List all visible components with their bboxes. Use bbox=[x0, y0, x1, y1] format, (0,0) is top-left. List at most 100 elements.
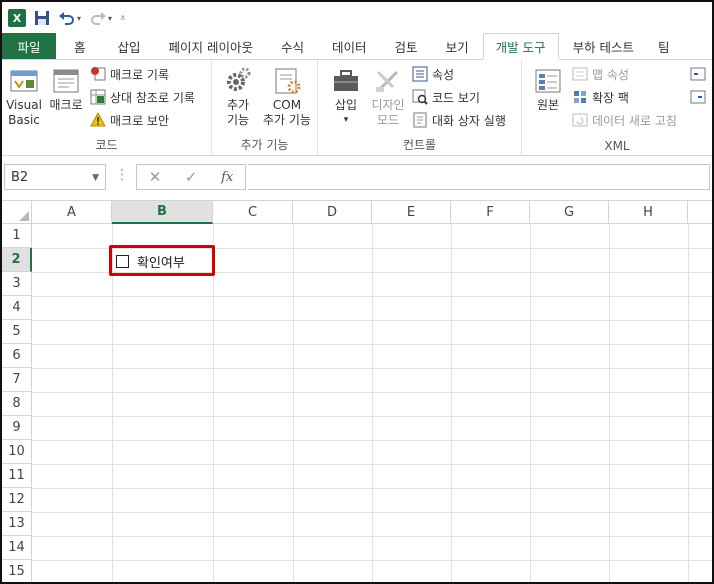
column-header-g[interactable]: G bbox=[530, 201, 609, 224]
relative-reference-label: 상대 참조로 기록 bbox=[110, 90, 195, 105]
ribbon-tabs: 파일 홈 삽입 페이지 레이아웃 수식 데이터 검토 보기 개발 도구 부하 테… bbox=[2, 33, 712, 60]
properties-button[interactable]: 속성 bbox=[412, 64, 454, 84]
undo-dropdown-icon[interactable]: ▾ bbox=[77, 14, 81, 23]
visual-basic-icon bbox=[8, 66, 40, 96]
formula-bar-splitter-icon[interactable]: ⋮ bbox=[115, 167, 129, 183]
gridline bbox=[32, 440, 712, 441]
column-header-b[interactable]: B bbox=[112, 201, 213, 224]
gridline bbox=[213, 224, 214, 582]
group-addins-label: 추가 기능 bbox=[240, 138, 289, 152]
insert-dropdown-icon: ▾ bbox=[343, 115, 349, 125]
xml-source-icon bbox=[532, 66, 564, 96]
run-dialog-button[interactable]: 대화 상자 실행 bbox=[412, 110, 506, 130]
row-header-2[interactable]: 2 bbox=[2, 248, 32, 272]
gridline bbox=[112, 224, 113, 582]
redo-dropdown-icon[interactable]: ▾ bbox=[108, 14, 112, 23]
properties-label: 속성 bbox=[432, 67, 455, 82]
customize-qat-icon[interactable]: ⩡ bbox=[120, 8, 126, 28]
insert-control-button[interactable]: 삽입 ▾ bbox=[326, 66, 366, 128]
tab-file[interactable]: 파일 bbox=[2, 33, 56, 59]
redo-icon[interactable]: ▾ bbox=[89, 8, 112, 28]
undo-icon[interactable]: ▾ bbox=[58, 8, 81, 28]
tab-team[interactable]: 팀 bbox=[648, 33, 680, 59]
tab-view[interactable]: 보기 bbox=[432, 33, 483, 59]
row-header-5[interactable]: 5 bbox=[2, 320, 32, 344]
record-macro-button[interactable]: 매크로 기록 bbox=[90, 64, 169, 84]
addins-button[interactable]: 추가 기능 bbox=[220, 66, 256, 128]
gear-icon bbox=[222, 66, 254, 96]
tab-home[interactable]: 홈 bbox=[56, 33, 104, 59]
row-header-11[interactable]: 11 bbox=[2, 464, 32, 488]
row-header-10[interactable]: 10 bbox=[2, 440, 32, 464]
xml-source-button[interactable]: 원본 bbox=[528, 66, 568, 113]
excel-logo-icon: X bbox=[8, 9, 26, 27]
tab-insert[interactable]: 삽입 bbox=[104, 33, 155, 59]
row-header-9[interactable]: 9 bbox=[2, 416, 32, 440]
cancel-icon[interactable]: ✕ bbox=[149, 168, 162, 186]
column-header-d[interactable]: D bbox=[293, 201, 372, 224]
group-xml-label: XML bbox=[604, 139, 630, 153]
select-all-button[interactable] bbox=[2, 201, 32, 224]
gridline bbox=[32, 392, 712, 393]
addins-label-1: 추가 bbox=[226, 98, 250, 112]
xml-export-icon[interactable] bbox=[690, 87, 706, 107]
visual-basic-label-1: Visual bbox=[6, 98, 42, 112]
com-addins-button[interactable]: COM 추가 기능 bbox=[258, 66, 316, 128]
row-header-14[interactable]: 14 bbox=[2, 536, 32, 560]
column-header-h[interactable]: H bbox=[609, 201, 688, 224]
macro-icon bbox=[50, 66, 82, 96]
expansion-packs-button[interactable]: 확장 팩 bbox=[572, 87, 629, 107]
design-mode-label-1: 디자인 bbox=[371, 98, 405, 112]
map-properties-label: 맵 속성 bbox=[592, 67, 629, 82]
row-header-1[interactable]: 1 bbox=[2, 224, 32, 248]
tab-page-layout[interactable]: 페이지 레이아웃 bbox=[155, 33, 267, 59]
enter-icon[interactable]: ✓ bbox=[185, 168, 198, 186]
addins-label-2: 기능 bbox=[226, 113, 250, 127]
gridline bbox=[451, 224, 452, 582]
save-icon[interactable] bbox=[34, 8, 50, 28]
gridline bbox=[32, 296, 712, 297]
visual-basic-button[interactable]: Visual Basic bbox=[5, 66, 43, 128]
refresh-data-button[interactable]: 데이터 새로 고침 bbox=[572, 110, 677, 130]
tab-formulas[interactable]: 수식 bbox=[267, 33, 318, 59]
row-header-7[interactable]: 7 bbox=[2, 368, 32, 392]
formula-bar: B2 ▼ ⋮ ✕ ✓ fx bbox=[2, 162, 712, 192]
tab-developer[interactable]: 개발 도구 bbox=[482, 33, 559, 60]
record-macro-label: 매크로 기록 bbox=[110, 67, 170, 82]
macro-button[interactable]: 매크로 bbox=[46, 66, 86, 113]
name-box-dropdown-icon[interactable]: ▼ bbox=[92, 173, 99, 183]
gridline bbox=[32, 560, 712, 561]
column-header-next[interactable] bbox=[688, 201, 712, 224]
row-header-12[interactable]: 12 bbox=[2, 488, 32, 512]
tab-load-test[interactable]: 부하 테스트 bbox=[559, 33, 648, 59]
name-box-value: B2 bbox=[11, 169, 29, 185]
relative-reference-button[interactable]: 상대 참조로 기록 bbox=[90, 87, 195, 107]
macro-security-button[interactable]: 매크로 보안 bbox=[90, 110, 169, 130]
column-header-e[interactable]: E bbox=[372, 201, 451, 224]
formula-input[interactable] bbox=[248, 164, 710, 190]
row-header-6[interactable]: 6 bbox=[2, 344, 32, 368]
column-header-c[interactable]: C bbox=[213, 201, 293, 224]
tab-data[interactable]: 데이터 bbox=[318, 33, 381, 59]
map-properties-icon bbox=[572, 66, 588, 82]
row-header-15[interactable]: 15 bbox=[2, 560, 32, 582]
design-mode-button[interactable]: 디자인 모드 bbox=[368, 66, 408, 128]
design-mode-label-2: 모드 bbox=[376, 113, 400, 127]
map-properties-button[interactable]: 맵 속성 bbox=[572, 64, 629, 84]
row-header-13[interactable]: 13 bbox=[2, 512, 32, 536]
gridline bbox=[32, 464, 712, 465]
column-header-f[interactable]: F bbox=[451, 201, 530, 224]
tab-review[interactable]: 검토 bbox=[381, 33, 432, 59]
row-header-3[interactable]: 3 bbox=[2, 272, 32, 296]
column-header-a[interactable]: A bbox=[32, 201, 112, 224]
view-code-button[interactable]: 코드 보기 bbox=[412, 87, 480, 107]
name-box[interactable]: B2 ▼ bbox=[4, 164, 106, 190]
row-header-8[interactable]: 8 bbox=[2, 392, 32, 416]
row-header-4[interactable]: 4 bbox=[2, 296, 32, 320]
xml-import-icon[interactable] bbox=[690, 64, 706, 84]
ribbon-developer: Visual Basic 매크로 매크로 기록 상대 참조로 기록 매크로 보안 bbox=[2, 60, 712, 156]
insert-function-icon[interactable]: fx bbox=[221, 170, 233, 185]
gridline bbox=[688, 224, 689, 582]
macro-security-label: 매크로 보안 bbox=[110, 113, 170, 128]
worksheet-grid[interactable]: A B C D E F G H 1 2 3 4 5 6 7 8 9 10 11 … bbox=[2, 200, 712, 582]
